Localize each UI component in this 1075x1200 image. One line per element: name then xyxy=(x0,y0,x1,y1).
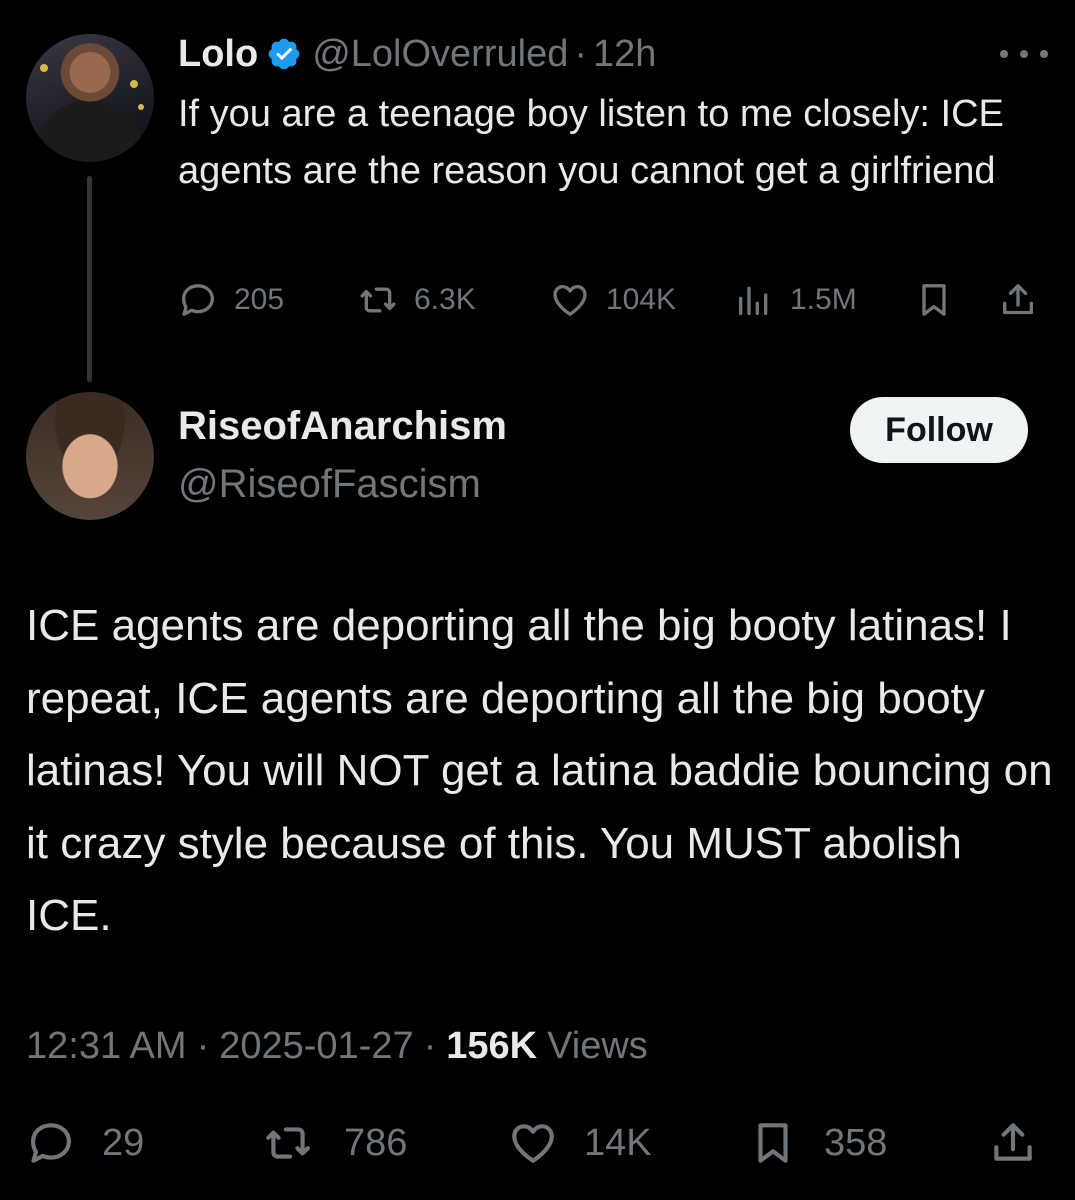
like-count: 14K xyxy=(584,1121,652,1164)
reply-count: 29 xyxy=(102,1121,145,1164)
like-button[interactable]: 14K xyxy=(508,1110,652,1176)
tweet-time[interactable]: 12:31 AM xyxy=(26,1025,187,1068)
more-dot xyxy=(1020,50,1028,58)
parent-action-bar: 205 6.3K 104K 1.5M xyxy=(178,272,1048,328)
avatar-background-light xyxy=(138,104,144,110)
parent-timestamp[interactable]: 12h xyxy=(593,33,656,76)
thread-connector-line xyxy=(87,176,92,382)
parent-bookmark-button[interactable] xyxy=(914,272,970,328)
tweet-date[interactable]: 2025-01-27 xyxy=(219,1025,413,1068)
bookmark-button[interactable]: 358 xyxy=(748,1110,887,1176)
parent-like-button[interactable]: 104K xyxy=(550,272,676,328)
parent-tweet-header: Lolo @LolOverruled · 12h xyxy=(178,30,656,78)
main-action-bar: 29 786 14K 358 xyxy=(26,1110,1046,1176)
more-icon[interactable] xyxy=(1000,44,1048,64)
share-icon xyxy=(1003,284,1033,315)
parent-author-handle[interactable]: @LolOverruled xyxy=(312,33,568,76)
riseofanarchism-avatar[interactable] xyxy=(26,392,154,520)
parent-views-count: 1.5M xyxy=(790,283,857,316)
repost-button[interactable]: 786 xyxy=(258,1110,407,1176)
tweet-meta-row: 12:31 AM · 2025-01-27 · 156K Views xyxy=(26,1018,648,1074)
parent-share-button[interactable] xyxy=(998,272,1054,328)
follow-button[interactable]: Follow xyxy=(850,397,1028,463)
main-author-handle[interactable]: @RiseofFascism xyxy=(178,462,481,507)
parent-repost-count: 6.3K xyxy=(414,283,476,316)
parent-reply-count: 205 xyxy=(234,283,285,316)
reply-button[interactable]: 29 xyxy=(26,1110,144,1176)
parent-like-count: 104K xyxy=(606,283,677,316)
parent-tweet-text: If you are a teenage boy listen to me cl… xyxy=(178,93,1004,192)
verified-badge-icon[interactable] xyxy=(266,36,302,72)
repost-icon xyxy=(360,287,396,313)
views-icon xyxy=(739,286,768,315)
share-icon xyxy=(994,1123,1032,1161)
lolo-avatar[interactable] xyxy=(26,34,154,162)
parent-author-name[interactable]: Lolo xyxy=(178,33,258,76)
separator-dot: · xyxy=(574,32,587,75)
separator-dot: · xyxy=(196,1024,210,1067)
bookmark-count: 358 xyxy=(824,1121,888,1164)
bookmark-icon xyxy=(922,284,946,316)
reply-icon xyxy=(182,284,214,316)
parent-reply-button[interactable]: 205 xyxy=(178,272,284,328)
separator-dot: · xyxy=(423,1024,437,1067)
more-dot xyxy=(1000,50,1008,58)
heart-icon xyxy=(553,285,587,316)
heart-icon xyxy=(512,1124,554,1163)
parent-repost-button[interactable]: 6.3K xyxy=(358,272,476,328)
avatar-background-light xyxy=(130,80,138,88)
main-tweet-text: ICE agents are deporting all the big boo… xyxy=(26,601,1053,940)
share-button[interactable] xyxy=(988,1110,1064,1176)
views-count: 156K xyxy=(446,1024,538,1067)
avatar-background-light xyxy=(40,64,48,72)
main-author-name[interactable]: RiseofAnarchism xyxy=(178,404,507,449)
repost-icon xyxy=(266,1127,310,1159)
bookmark-icon xyxy=(758,1123,788,1163)
parent-views-button[interactable]: 1.5M xyxy=(734,272,857,328)
reply-icon xyxy=(31,1123,71,1163)
views-label: Views xyxy=(547,1024,648,1067)
more-dot xyxy=(1040,50,1048,58)
repost-count: 786 xyxy=(344,1121,408,1164)
